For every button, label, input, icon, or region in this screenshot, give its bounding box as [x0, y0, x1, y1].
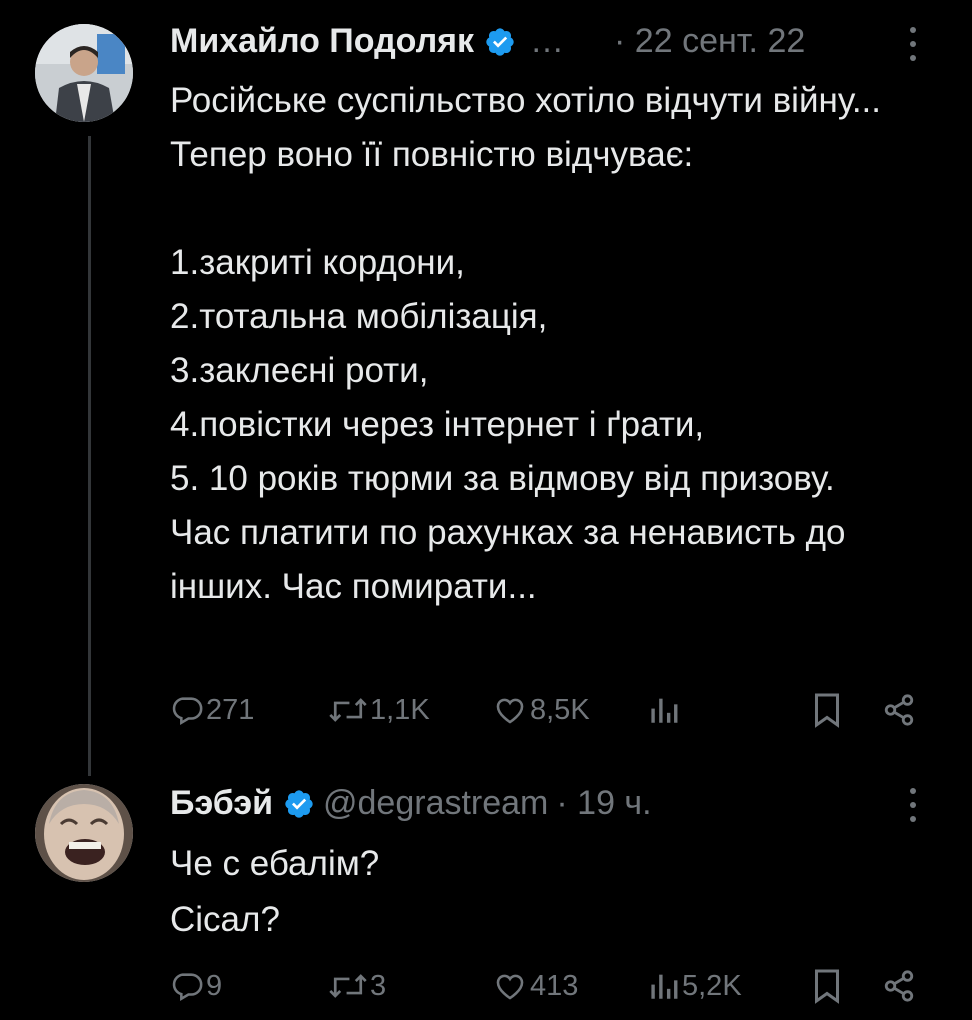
avatar-bebei[interactable] — [35, 784, 133, 882]
reply-count: 9 — [206, 969, 223, 1002]
author-handle[interactable]: … — [530, 22, 564, 61]
author-handle[interactable]: @degrastream — [323, 784, 548, 823]
verified-badge-icon — [285, 789, 313, 818]
views-icon — [651, 698, 678, 723]
share-icon — [884, 970, 914, 1002]
views-count: 5,2K — [682, 969, 742, 1002]
reply-button[interactable]: 271 — [170, 690, 254, 730]
tweet-text: Че с ебалім? Сісал? — [170, 844, 380, 939]
tweet-timestamp[interactable]: · 22 сент. 22 — [614, 22, 805, 61]
retweet-count: 3 — [370, 969, 387, 1002]
bookmark-icon — [815, 969, 839, 1004]
retweet-count: 1,1K — [370, 693, 430, 726]
reply-icon — [172, 697, 203, 726]
bookmark-button[interactable] — [812, 966, 842, 1006]
tweet-podolyak[interactable]: Михайло Подоляк … · 22 сент. 22 Російськ… — [0, 0, 972, 780]
tweet-header: Бэбэй @degrastream · 19 ч. — [170, 784, 652, 823]
retweet-button[interactable]: 1,1K — [328, 690, 430, 730]
author-name[interactable]: Михайло Подоляк — [170, 22, 474, 61]
tweet-text: Російське суспільство хотіло відчути вій… — [170, 81, 882, 606]
like-count: 8,5K — [530, 693, 590, 726]
avatar-podolyak[interactable] — [35, 24, 133, 122]
verified-badge-icon — [486, 27, 514, 56]
reply-icon — [172, 973, 203, 1002]
author-name[interactable]: Бэбэй — [170, 784, 273, 823]
reply-button[interactable]: 9 — [170, 966, 222, 1006]
share-icon — [884, 694, 914, 726]
more-icon[interactable] — [906, 27, 920, 61]
retweet-icon — [329, 974, 367, 998]
views-button[interactable]: 5,2K — [648, 966, 742, 1006]
reply-count: 271 — [206, 693, 255, 726]
like-icon — [496, 698, 524, 724]
tweet-bebei[interactable]: Бэбэй @degrastream · 19 ч. Че с ебалім? … — [0, 780, 972, 1020]
views-icon — [651, 974, 678, 999]
share-button[interactable] — [882, 690, 916, 730]
like-icon — [496, 974, 524, 1000]
tweet-header: Михайло Подоляк … · 22 сент. 22 — [170, 22, 805, 61]
more-icon[interactable] — [906, 788, 920, 822]
retweet-button[interactable]: 3 — [328, 966, 386, 1006]
tweet-actions: 9 3 413 5,2K — [170, 966, 930, 1006]
tweet-timestamp[interactable]: · 19 ч. — [556, 784, 651, 823]
share-button[interactable] — [882, 966, 916, 1006]
tweet-actions: 271 1,1K 8,5K — [170, 690, 930, 730]
like-button[interactable]: 413 — [492, 966, 578, 1006]
like-count: 413 — [530, 969, 579, 1002]
bookmark-button[interactable] — [812, 690, 842, 730]
like-button[interactable]: 8,5K — [492, 690, 590, 730]
views-button[interactable] — [648, 690, 678, 730]
thread-line — [88, 136, 91, 776]
bookmark-icon — [815, 693, 839, 728]
retweet-icon — [329, 698, 367, 722]
